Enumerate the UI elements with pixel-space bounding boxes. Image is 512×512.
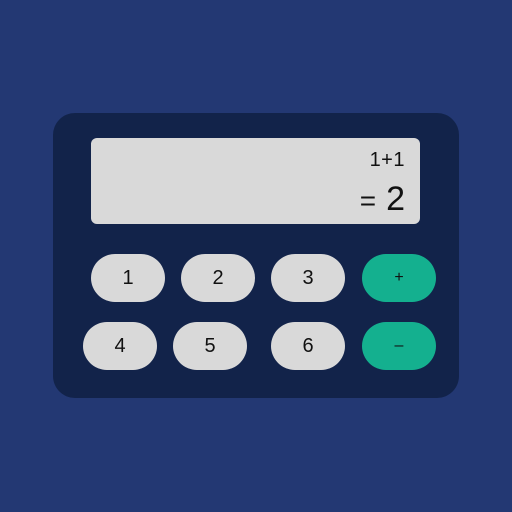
calculator: 1+1 = 2 1 2 3 + 4 5 6 – xyxy=(53,113,459,398)
digit-5-button[interactable]: 5 xyxy=(173,322,247,370)
digit-1-button[interactable]: 1 xyxy=(91,254,165,302)
minus-button[interactable]: – xyxy=(362,322,436,370)
calculator-display: 1+1 = 2 xyxy=(91,138,420,224)
expression-text: 1+1 xyxy=(369,149,405,171)
digit-3-button[interactable]: 3 xyxy=(271,254,345,302)
digit-2-button[interactable]: 2 xyxy=(181,254,255,302)
result-row: = 2 xyxy=(360,180,405,218)
digit-6-button[interactable]: 6 xyxy=(271,322,345,370)
result-value: 2 xyxy=(386,180,405,218)
digit-4-button[interactable]: 4 xyxy=(83,322,157,370)
plus-button[interactable]: + xyxy=(362,254,436,302)
equals-sign: = xyxy=(359,185,377,216)
